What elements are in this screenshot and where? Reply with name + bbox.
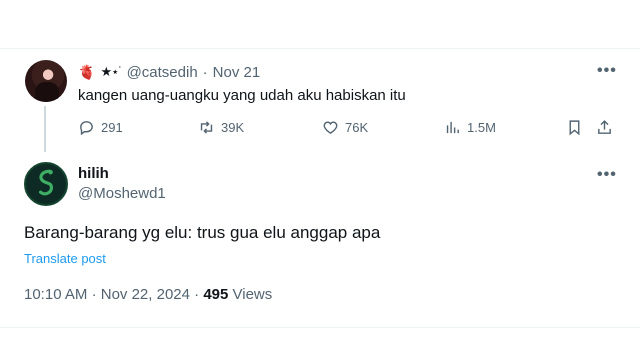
- more-horizontal-icon[interactable]: •••: [597, 62, 617, 80]
- views-label: Views: [232, 286, 273, 303]
- views-count: 495: [203, 286, 229, 303]
- share-icon: [598, 120, 611, 134]
- share-button[interactable]: [596, 119, 613, 136]
- reply-button[interactable]: 291: [78, 119, 123, 136]
- repost-count: 39K: [221, 120, 245, 135]
- tweet-time[interactable]: 10:10 AM: [24, 286, 87, 303]
- display-name[interactable]: hilih: [78, 165, 109, 182]
- user-handle[interactable]: @catsedih: [127, 64, 198, 81]
- reply-count: 291: [101, 120, 123, 135]
- thread-line: [44, 106, 46, 152]
- separator-dot: ·: [91, 286, 97, 303]
- heart-emoji-icon: 🫀: [78, 63, 96, 80]
- reply-icon: [80, 121, 93, 136]
- translate-post-link[interactable]: Translate post: [24, 251, 106, 266]
- tweet-date[interactable]: Nov 22, 2024: [101, 286, 190, 303]
- bookmark-icon: [569, 120, 580, 136]
- analytics-icon: [446, 121, 459, 134]
- tweet-actions: 291 39K 76K 1.5M: [78, 119, 618, 139]
- views-button[interactable]: 1.5M: [444, 119, 496, 136]
- like-count: 76K: [345, 120, 369, 135]
- separator-dot: ·: [202, 63, 208, 81]
- separator-dot: ·: [194, 286, 200, 303]
- tweet-meta: 10:10 AM · Nov 22, 2024 · 495 Views: [24, 286, 272, 303]
- stars-decoration: ★⋆˙: [100, 64, 122, 79]
- repost-button[interactable]: 39K: [198, 119, 244, 136]
- tweet-date[interactable]: Nov 21: [213, 64, 261, 81]
- avatar[interactable]: [25, 60, 67, 102]
- heart-icon: [323, 121, 338, 135]
- tweet-header: 🫀 ★⋆˙ @catsedih · Nov 21: [78, 62, 260, 82]
- repost-icon: [200, 121, 213, 134]
- more-horizontal-icon[interactable]: •••: [597, 166, 617, 184]
- view-count: 1.5M: [467, 120, 496, 135]
- user-handle[interactable]: @Moshewd1: [78, 185, 166, 202]
- like-button[interactable]: 76K: [322, 119, 368, 136]
- bookmark-button[interactable]: [566, 119, 583, 136]
- tweet-text: kangen uang-uangku yang udah aku habiska…: [78, 87, 406, 104]
- tweet-text: Barang-barang yg elu: trus gua elu angga…: [24, 223, 381, 242]
- serpent-logo-icon: [38, 169, 54, 196]
- avatar[interactable]: [24, 162, 68, 206]
